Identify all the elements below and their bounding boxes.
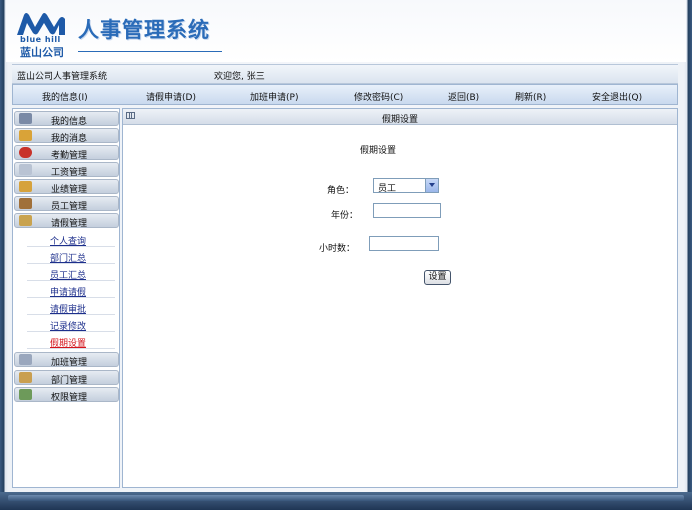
role-select[interactable]: 员工: [373, 178, 439, 194]
sidebar-menu-employees[interactable]: 员工管理: [14, 196, 119, 212]
sidebar-menu-attendance[interactable]: 考勤管理: [14, 145, 119, 161]
title-underline: [78, 51, 222, 52]
blue-hill-logo-icon: [17, 13, 65, 35]
submenu-item-holiday-settings: 假期设置: [27, 334, 115, 349]
top-nav: 我的信息(I) 请假申请(D) 加班申请(P) 修改密码(C) 返回(B) 刷新…: [12, 84, 678, 105]
chevron-down-icon[interactable]: [425, 179, 438, 192]
employees-icon: [19, 198, 32, 209]
submenu-item-dept-summary: 部门汇总: [27, 249, 115, 264]
system-name-label: 蓝山公司人事管理系统: [17, 72, 108, 82]
year-label: 年份：: [331, 211, 359, 221]
sidebar-menu-salary[interactable]: 工资管理: [14, 162, 119, 178]
sidebar-menu-performance[interactable]: 业绩管理: [14, 179, 119, 195]
submenu-item-record-edit: 记录修改: [27, 317, 115, 332]
info-bar: 蓝山公司人事管理系统 欢迎您, 张三: [12, 64, 678, 84]
sidebar-menu-label: 我的消息: [51, 134, 88, 144]
sidebar-menu-my-messages[interactable]: 我的消息: [14, 128, 119, 144]
role-select-value: 员工: [378, 184, 397, 194]
nav-refresh[interactable]: 刷新(R): [515, 90, 546, 103]
sidebar-menu-label: 工资管理: [51, 168, 88, 178]
sidebar-menu-label: 我的信息: [51, 117, 88, 127]
brand-name-cn: 蓝山公司: [20, 46, 64, 59]
sidebar-menu-my-info[interactable]: 我的信息: [14, 111, 119, 127]
submenu-item-personal-query: 个人查询: [27, 232, 115, 247]
user-card-icon: [19, 113, 32, 124]
content-header: 假期设置: [123, 109, 677, 125]
submenu-item-apply-leave: 申请请假: [27, 283, 115, 298]
footer-bar: [0, 492, 692, 510]
role-label: 角色：: [327, 186, 355, 196]
sidebar-menu-departments[interactable]: 部门管理: [14, 370, 119, 386]
sidebar-menu-label: 考勤管理: [51, 151, 88, 161]
leave-icon: [19, 215, 32, 226]
welcome-text: 欢迎您, 张三: [214, 72, 265, 82]
performance-icon: [19, 181, 32, 192]
nav-back[interactable]: 返回(B): [448, 90, 479, 103]
submenu-link[interactable]: 部门汇总: [50, 251, 86, 264]
nav-leave-apply[interactable]: 请假申请(D): [146, 90, 196, 103]
submenu-link[interactable]: 申请请假: [50, 285, 86, 298]
nav-change-password[interactable]: 修改密码(C): [354, 90, 403, 103]
sidebar-menu-leave[interactable]: 请假管理: [14, 213, 119, 229]
sidebar-menu-permissions[interactable]: 权限管理: [14, 387, 119, 403]
overtime-icon: [19, 354, 32, 365]
submenu-link[interactable]: 员工汇总: [50, 268, 86, 281]
submenu-link-active[interactable]: 假期设置: [50, 336, 86, 349]
system-title: 人事管理系统: [78, 17, 210, 42]
sidebar-menu-label: 权限管理: [51, 393, 88, 403]
set-button[interactable]: 设置: [424, 270, 451, 285]
sidebar-menu-label: 员工管理: [51, 202, 88, 212]
sidebar-menu-overtime[interactable]: 加班管理: [14, 352, 119, 368]
sidebar-menu-label: 部门管理: [51, 376, 88, 386]
brand-name-en: blue hill: [20, 35, 61, 44]
main-content: 假期设置 假期设置 角色： 员工 年份： 小时数： 设置: [122, 108, 678, 488]
sidebar-menu-label: 请假管理: [51, 219, 88, 229]
department-icon: [19, 372, 32, 383]
nav-logout[interactable]: 安全退出(Q): [592, 90, 642, 103]
nav-my-info[interactable]: 我的信息(I): [42, 90, 88, 103]
nav-overtime-apply[interactable]: 加班申请(P): [250, 90, 298, 103]
submenu-link[interactable]: 请假审批: [50, 302, 86, 315]
submenu-item-employee-summary: 员工汇总: [27, 266, 115, 281]
header: blue hill 蓝山公司 人事管理系统: [6, 0, 686, 62]
submenu-link[interactable]: 个人查询: [50, 234, 86, 247]
submenu-item-leave-approval: 请假审批: [27, 300, 115, 315]
clock-icon: [19, 147, 32, 158]
content-header-title: 假期设置: [381, 115, 418, 125]
year-input[interactable]: [373, 203, 441, 218]
hours-input[interactable]: [369, 236, 439, 251]
permissions-icon: [19, 389, 32, 400]
hours-label: 小时数：: [319, 244, 356, 254]
sidebar-menu-label: 加班管理: [51, 358, 88, 368]
form-title: 假期设置: [359, 146, 396, 156]
sidebar: 我的信息 我的消息 考勤管理 工资管理 业绩管理 员工管理 请假管理 个人查询 …: [12, 108, 120, 488]
submenu-link[interactable]: 记录修改: [50, 319, 86, 332]
sidebar-menu-label: 业绩管理: [51, 185, 88, 195]
message-icon: [19, 130, 32, 141]
salary-icon: [19, 164, 32, 175]
